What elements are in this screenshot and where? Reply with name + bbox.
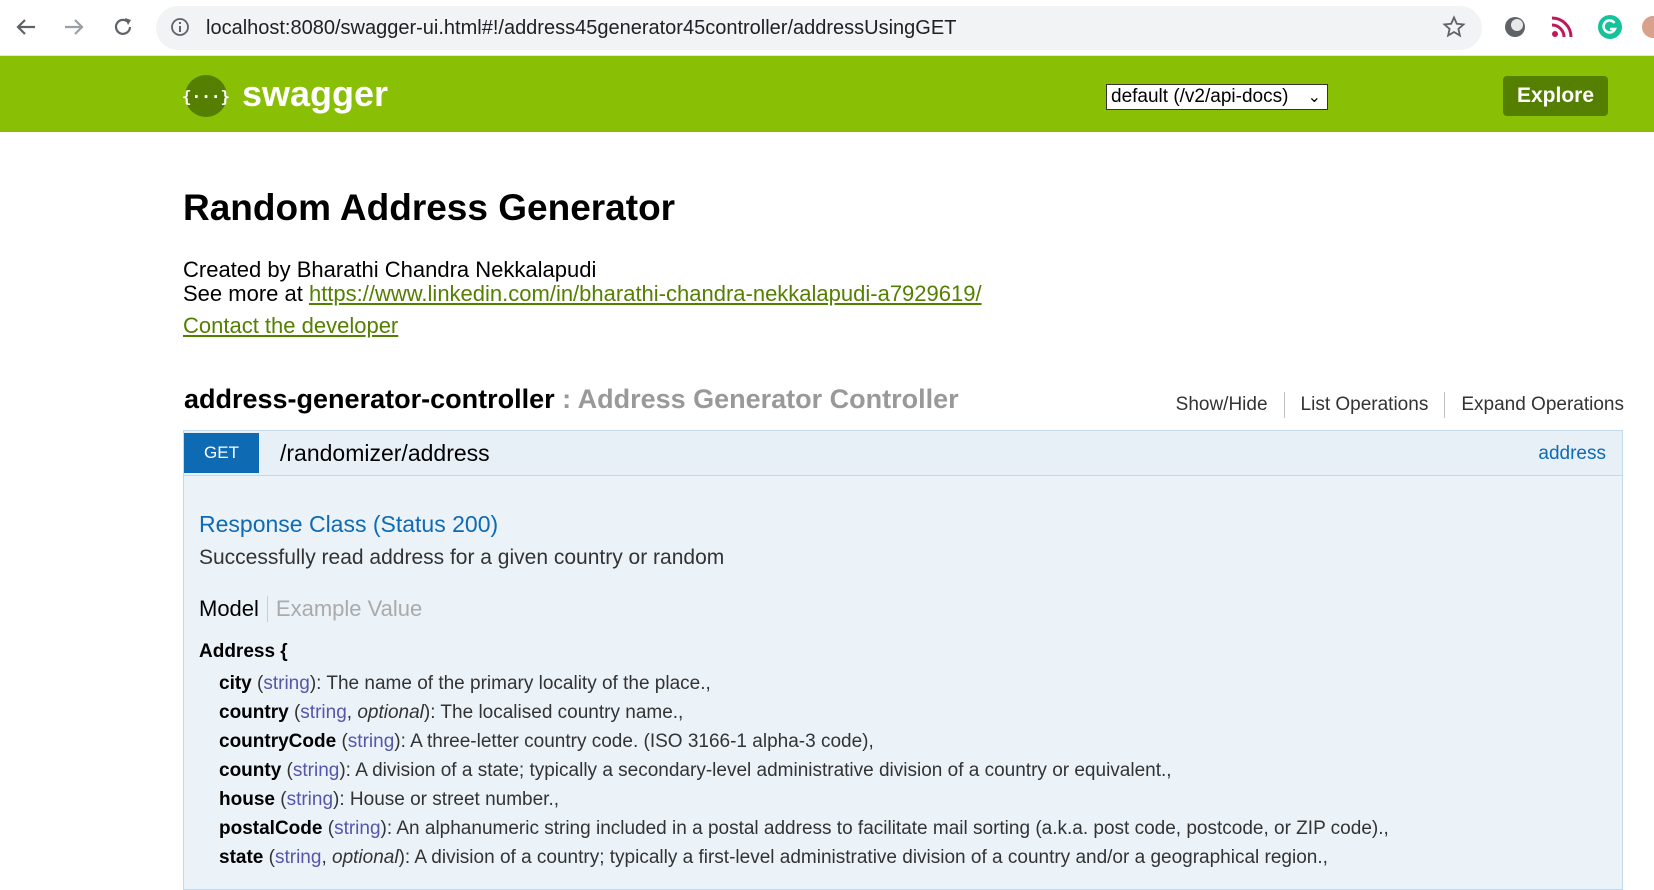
property-name: countryCode [219,731,337,752]
model-property-row: state (string, optional): A division of … [219,843,1389,872]
swagger-logo-icon: {···} [182,75,230,117]
expand-operations-link[interactable]: Expand Operations [1444,392,1624,418]
api-description: Created by Bharathi Chandra Nekkalapudi … [183,258,982,306]
resource-description: : Address Generator Controller [554,384,959,414]
model-property-row: postalCode (string): An alphanumeric str… [219,814,1389,843]
property-description: ): A division of a state; typically a se… [339,760,1172,781]
property-description: ): House or street number., [333,789,560,810]
response-message: Successfully read address for a given co… [199,546,725,569]
address-bar[interactable]: localhost:8080/swagger-ui.html#!/address… [156,6,1482,50]
paren-open: ( [274,789,287,810]
model-property-row: house (string): House or street number., [219,785,1389,814]
property-description: ): The name of the primary locality of t… [309,673,711,694]
property-type: string [286,789,334,810]
url-text: localhost:8080/swagger-ui.html#!/address… [206,17,957,39]
model-property-row: country (string, optional): The localise… [219,698,1389,727]
property-type: string [292,760,340,781]
operation-path[interactable]: /randomizer/address [280,440,490,467]
resource-options: Show/Hide List Operations Expand Operati… [1160,392,1624,418]
property-description: ): An alphanumeric string included in a … [380,818,1389,839]
property-optional: optional [332,847,399,868]
property-description: ): A division of a country; typically a … [398,847,1328,868]
grammarly-icon[interactable] [1597,14,1623,40]
paren-open: ( [281,760,293,781]
paren-open: ( [336,731,348,752]
paren-open: ( [263,847,275,868]
property-name: state [219,847,264,868]
model-name: Address { [199,641,288,662]
property-name: postalCode [219,818,323,839]
operation-heading[interactable]: GET /randomizer/address address [184,431,1622,476]
paren-open: ( [322,818,335,839]
tab-example-value[interactable]: Example Value [266,596,422,622]
model-property-row: countryCode (string): A three-letter cou… [219,727,1389,756]
property-name: country [219,702,289,723]
browser-toolbar: localhost:8080/swagger-ui.html#!/address… [0,0,1654,56]
property-optional: optional [357,702,424,723]
swagger-logo-text[interactable]: swagger [242,73,388,115]
swagger-header: {···} swagger default (/v2/api-docs) ⌄ E… [0,56,1654,132]
operation-panel: GET /randomizer/address address Response… [183,430,1623,890]
back-arrow-icon[interactable] [9,10,43,44]
property-type: string [347,731,395,752]
see-more-prefix: See more at [183,281,309,306]
property-name: city [219,673,252,694]
tab-model[interactable]: Model [199,596,267,622]
contact-developer-link[interactable]: Contact the developer [183,313,398,339]
comma-separator: , [321,847,332,868]
profile-avatar-icon[interactable] [1640,14,1654,40]
property-type: string [300,702,347,723]
model-tabs: Model Example Value [199,596,422,622]
show-hide-link[interactable]: Show/Hide [1160,392,1284,418]
forward-arrow-icon[interactable] [57,10,91,44]
property-description: ): A three-letter country code. (ISO 316… [394,731,874,752]
bookmark-star-icon[interactable] [1442,15,1466,39]
chevron-down-icon: ⌄ [1307,89,1321,106]
see-more-line: See more at https://www.linkedin.com/in/… [183,282,982,306]
response-class-heading: Response Class (Status 200) [199,511,499,537]
property-type: string [334,818,381,839]
extension-circle-icon[interactable] [1502,14,1528,40]
model-property-row: county (string): A division of a state; … [219,756,1389,785]
comma-separator: , [346,702,358,723]
http-method-badge[interactable]: GET [184,433,259,473]
info-icon[interactable] [170,17,190,37]
explore-button[interactable]: Explore [1503,76,1608,116]
api-title: Random Address Generator [183,187,676,228]
created-by-text: Created by Bharathi Chandra Nekkalapudi [183,257,597,282]
property-description: ): The localised country name., [423,702,684,723]
model-property-row: city (string): The name of the primary l… [219,669,1389,698]
paren-open: ( [288,702,301,723]
resource-name[interactable]: address-generator-controller [184,384,555,414]
property-name: house [219,789,275,810]
model-properties: city (string): The name of the primary l… [219,669,1389,872]
api-spec-select-value: default (/v2/api-docs) [1111,86,1289,107]
api-spec-select[interactable]: default (/v2/api-docs) ⌄ [1106,84,1328,110]
property-type: string [274,847,322,868]
linkedin-link[interactable]: https://www.linkedin.com/in/bharathi-cha… [309,281,982,306]
property-type: string [263,673,310,694]
list-operations-link[interactable]: List Operations [1283,392,1445,418]
paren-open: ( [251,673,264,694]
reload-icon[interactable] [106,10,140,44]
operation-summary-link[interactable]: address [1538,443,1606,465]
property-name: county [219,760,282,781]
rss-feed-icon[interactable] [1549,14,1575,40]
resource-heading[interactable]: address-generator-controller : Address G… [184,384,959,415]
